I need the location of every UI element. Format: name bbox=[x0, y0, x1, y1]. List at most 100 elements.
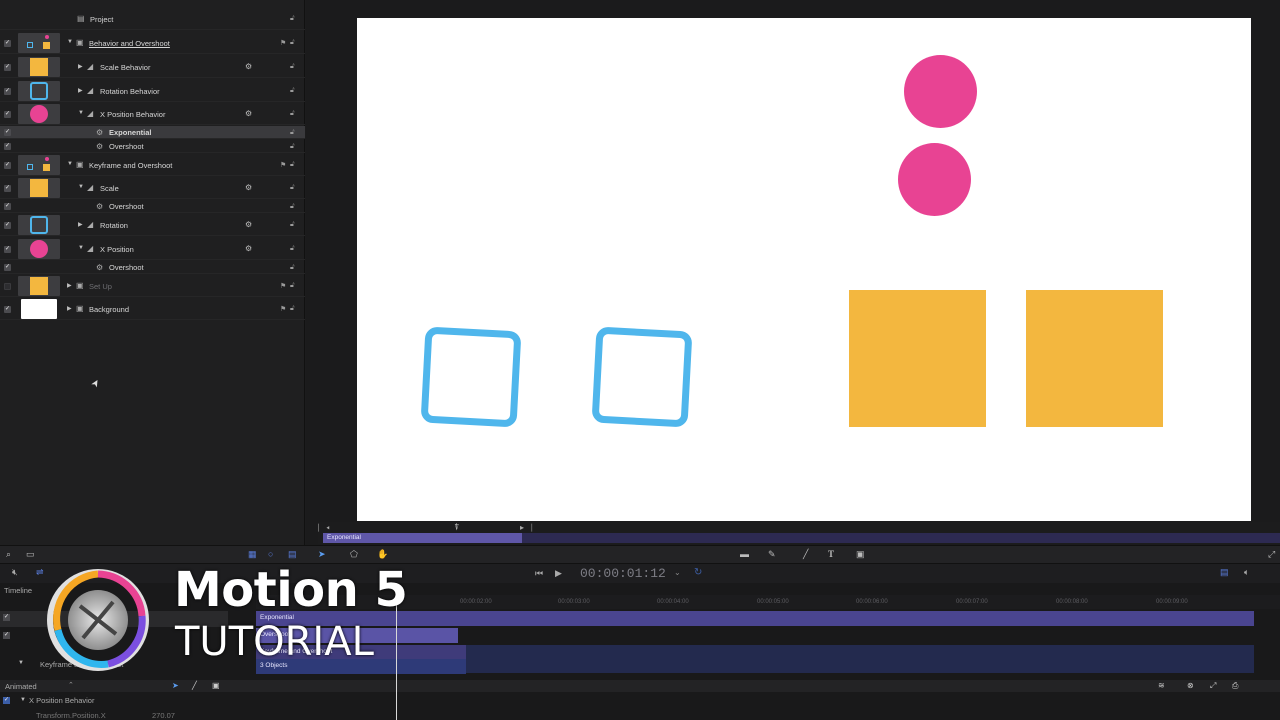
lock-icon[interactable]: 🔓︎ bbox=[290, 184, 295, 192]
disclosure-expanded-icon[interactable]: ▼ bbox=[78, 245, 84, 251]
blue-square-right[interactable] bbox=[591, 326, 693, 428]
layer-row[interactable]: ✓ ▶ ▣ Set Up ⚑ 🔓︎ bbox=[0, 275, 305, 297]
audio-icon[interactable]: 🔈︎ bbox=[1244, 567, 1249, 578]
lock-icon[interactable]: 🔓︎ bbox=[290, 87, 295, 95]
lock-icon[interactable]: 🔓︎ bbox=[290, 245, 295, 253]
lock-icon[interactable]: 🔓︎ bbox=[290, 282, 295, 290]
grid-icon[interactable]: ▦ bbox=[248, 549, 257, 560]
disclosure-collapsed-icon[interactable]: ▶ bbox=[78, 221, 83, 228]
timecode-menu-icon[interactable]: ⌄ bbox=[674, 568, 681, 577]
lock-icon[interactable]: 🔓︎ bbox=[290, 39, 295, 47]
layer-visibility-checkbox[interactable]: ✓ bbox=[4, 63, 11, 71]
lock-icon[interactable]: 🔓︎ bbox=[290, 143, 295, 151]
layer-row[interactable]: ✓ ▶ ◢ Scale Behavior ⚙ 🔓︎ bbox=[0, 56, 305, 78]
layer-visibility-checkbox[interactable]: ✓ bbox=[4, 110, 11, 118]
disclosure-expanded-icon[interactable]: ▼ bbox=[78, 184, 84, 190]
transform-tool-icon[interactable]: ⬠ bbox=[350, 549, 358, 560]
animated-menu-chevron-icon[interactable]: ⌃ bbox=[68, 681, 74, 689]
lock-icon[interactable]: 🔓︎ bbox=[290, 221, 295, 229]
lock-icon[interactable]: 🔓︎ bbox=[290, 63, 295, 71]
behavior-settings-gear-icon[interactable]: ⚙ bbox=[245, 109, 252, 118]
lock-icon[interactable]: 🔓︎ bbox=[290, 129, 295, 137]
track-check[interactable]: ✓ bbox=[3, 697, 10, 704]
layer-row[interactable]: ✓ ▼ ◢ X Position Behavior ⚙ 🔓︎ bbox=[0, 103, 305, 125]
yellow-square-left[interactable] bbox=[849, 290, 986, 427]
yellow-square-right[interactable] bbox=[1026, 290, 1163, 427]
blue-square-left[interactable] bbox=[420, 326, 522, 428]
track-check[interactable]: ✓ bbox=[3, 614, 10, 621]
layer-visibility-checkbox[interactable]: ✓ bbox=[4, 143, 11, 150]
disclosure-expanded-icon[interactable]: ▼ bbox=[67, 161, 73, 167]
behavior-settings-gear-icon[interactable]: ⚙ bbox=[245, 62, 252, 71]
layer-visibility-checkbox[interactable]: ✓ bbox=[4, 39, 11, 47]
layer-row[interactable]: ✓ ▼ ▣ Behavior and Overshoot ⚑ 🔓︎ bbox=[0, 32, 305, 54]
go-to-start-icon[interactable]: ⏮ bbox=[535, 568, 543, 579]
layer-row[interactable]: ✓ ▶ ◢ Rotation Behavior 🔓︎ bbox=[0, 80, 305, 102]
layer-row[interactable]: ▤ Project 🔓︎ bbox=[0, 8, 305, 30]
layer-visibility-checkbox[interactable]: ✓ bbox=[4, 87, 11, 95]
mask-tool-icon[interactable]: ▣ bbox=[856, 549, 865, 560]
layer-visibility-checkbox[interactable]: ✓ bbox=[4, 305, 11, 313]
transform-value[interactable]: 270.07 bbox=[152, 711, 175, 720]
group-flag-icon[interactable]: ⚑ bbox=[280, 282, 286, 290]
circle-icon[interactable]: ○ bbox=[268, 549, 273, 559]
clear-icon[interactable]: ⊗ bbox=[1187, 681, 1194, 690]
xpos-disclosure-icon[interactable]: ▼ bbox=[20, 697, 26, 703]
layer-visibility-checkbox[interactable]: ✓ bbox=[4, 282, 11, 290]
layer-row[interactable]: ✓ ▼ ◢ Scale ⚙ 🔓︎ bbox=[0, 177, 305, 199]
pencil-tool-icon[interactable]: ╱ bbox=[192, 681, 197, 690]
layer-row[interactable]: ✓ ▶ ◢ Rotation ⚙ 🔓︎ bbox=[0, 214, 305, 236]
waveform-icon[interactable]: ≋ bbox=[1158, 681, 1165, 690]
disclosure-collapsed-icon[interactable]: ▶ bbox=[67, 282, 72, 289]
layer-row[interactable]: ✓ ⚙ Overshoot 🔓︎ bbox=[0, 200, 305, 213]
layer-row[interactable]: ✓ ▼ ▣ Keyframe and Overshoot ⚑ 🔓︎ bbox=[0, 154, 305, 176]
snapshot-icon[interactable]: ⎙ bbox=[1232, 681, 1238, 691]
track-check[interactable]: ✓ bbox=[3, 632, 10, 639]
layers-view-icon[interactable]: ▭ bbox=[26, 549, 35, 560]
pink-circle-top[interactable] bbox=[904, 55, 977, 128]
stack-icon[interactable]: ▤ bbox=[288, 549, 297, 560]
lock-icon[interactable]: 🔓︎ bbox=[290, 15, 295, 23]
shape-tool-icon[interactable]: ▬ bbox=[740, 549, 749, 559]
layer-visibility-checkbox[interactable]: ✓ bbox=[4, 203, 11, 210]
layer-row[interactable]: ✓ ▼ ◢ X Position ⚙ 🔓︎ bbox=[0, 238, 305, 260]
mini-timeline-clip[interactable]: Exponential bbox=[323, 533, 522, 543]
disclosure-collapsed-icon[interactable]: ▶ bbox=[67, 305, 72, 312]
in-point-icon[interactable]: ⎸◂ bbox=[318, 523, 330, 533]
layer-visibility-checkbox[interactable]: ✓ bbox=[4, 221, 11, 229]
group-disclosure-icon[interactable]: ▼ bbox=[18, 660, 24, 666]
timecode-display[interactable]: 00:00:01:12 bbox=[580, 566, 666, 581]
lock-icon[interactable]: 🔓︎ bbox=[290, 110, 295, 118]
layer-visibility-checkbox[interactable]: ✓ bbox=[4, 184, 11, 192]
pen-tool-icon[interactable]: ✎ bbox=[768, 549, 776, 560]
text-tool-icon[interactable]: T bbox=[828, 549, 834, 559]
pink-circle-bottom[interactable] bbox=[898, 143, 971, 216]
group-flag-icon[interactable]: ⚑ bbox=[280, 305, 286, 313]
mute-icon[interactable]: 🔇︎ bbox=[12, 567, 18, 578]
timing-icon[interactable]: ▤ bbox=[1220, 567, 1229, 578]
paint-tool-icon[interactable]: ╱ bbox=[803, 549, 808, 560]
behavior-settings-gear-icon[interactable]: ⚙ bbox=[245, 183, 252, 192]
select-tool-icon[interactable]: ➤ bbox=[318, 549, 326, 560]
disclosure-expanded-icon[interactable]: ▼ bbox=[67, 39, 73, 45]
layer-visibility-checkbox[interactable]: ✓ bbox=[4, 264, 11, 271]
group-flag-icon[interactable]: ⚑ bbox=[280, 161, 286, 169]
lock-icon[interactable]: 🔓︎ bbox=[290, 203, 295, 211]
layer-row[interactable]: ✓ ⚙ Exponential 🔓︎ bbox=[0, 126, 305, 139]
box-tool-icon[interactable]: ▣ bbox=[212, 681, 220, 690]
disclosure-collapsed-icon[interactable]: ▶ bbox=[78, 63, 83, 70]
layer-visibility-checkbox[interactable]: ✓ bbox=[4, 129, 11, 136]
canvas[interactable] bbox=[357, 18, 1251, 521]
search-icon[interactable]: ⌕ bbox=[6, 549, 11, 560]
layer-row[interactable]: ✓ ▶ ▣ Background ⚑ 🔓︎ bbox=[0, 298, 305, 320]
lock-icon[interactable]: 🔓︎ bbox=[290, 161, 295, 169]
expand-icon[interactable]: ⤢ bbox=[1268, 549, 1275, 560]
group-flag-icon[interactable]: ⚑ bbox=[280, 39, 286, 47]
loop-icon[interactable]: ↻ bbox=[694, 567, 702, 578]
hand-tool-icon[interactable]: ✋ bbox=[377, 549, 388, 560]
play-icon[interactable]: ▶ bbox=[555, 568, 562, 579]
behavior-settings-gear-icon[interactable]: ⚙ bbox=[245, 220, 252, 229]
lock-icon[interactable]: 🔓︎ bbox=[290, 264, 295, 272]
disclosure-collapsed-icon[interactable]: ▶ bbox=[78, 87, 83, 94]
lock-icon[interactable]: 🔓︎ bbox=[290, 305, 295, 313]
